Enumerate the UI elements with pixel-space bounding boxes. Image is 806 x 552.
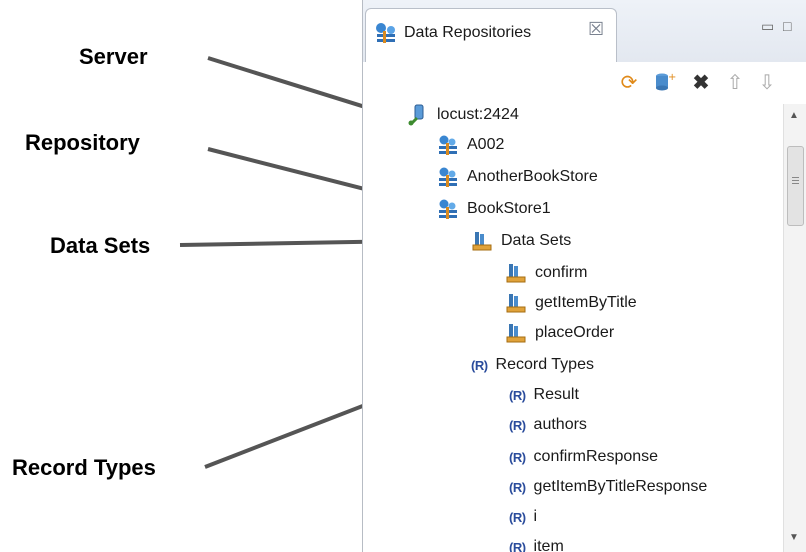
- scroll-down-icon[interactable]: ▼: [789, 532, 799, 543]
- data-repositories-icon: [374, 21, 398, 45]
- record-type-icon: (R): [471, 357, 488, 373]
- data-set-icon: [471, 230, 493, 252]
- repository-icon: [437, 134, 459, 156]
- tree-node-data-sets[interactable]: Data Sets: [471, 226, 571, 256]
- add-datasource-icon[interactable]: +: [653, 70, 677, 94]
- tree-node-repository[interactable]: AnotherBookStore: [437, 162, 598, 192]
- record-types-callout: Record Types: [12, 455, 156, 480]
- record-type-label: getItemByTitleResponse: [533, 478, 708, 495]
- repository-label: BookStore1: [467, 200, 551, 217]
- tree-node-record-types[interactable]: (R) Record Types: [471, 350, 594, 380]
- record-type-label: authors: [533, 416, 587, 433]
- tab-bar: Data Repositories ☒ ▭ □: [363, 0, 806, 65]
- server-icon: [407, 104, 429, 126]
- tree-node-record-type[interactable]: (R) confirmResponse: [509, 442, 658, 472]
- data-set-label: confirm: [535, 264, 588, 281]
- data-set-label: placeOrder: [535, 324, 615, 341]
- repository-icon: [437, 198, 459, 220]
- data-sets-callout: Data Sets: [50, 233, 151, 258]
- import-icon[interactable]: ⇧: [723, 70, 747, 94]
- tree-node-data-set[interactable]: getItemByTitle: [505, 288, 637, 318]
- tab-data-repositories[interactable]: Data Repositories ☒: [365, 8, 617, 65]
- record-type-icon: (R): [509, 387, 526, 403]
- record-type-icon: (R): [509, 417, 526, 433]
- delete-icon[interactable]: ✖: [689, 70, 713, 94]
- tree-node-record-type[interactable]: (R) authors: [509, 410, 587, 440]
- data-set-icon: [505, 292, 527, 314]
- repository-label: AnotherBookStore: [467, 168, 598, 185]
- repository-callout: Repository: [25, 130, 140, 155]
- tree-node-record-type[interactable]: (R) item: [509, 532, 564, 552]
- record-type-label: confirmResponse: [533, 448, 659, 465]
- export-icon[interactable]: ⇩: [755, 70, 779, 94]
- record-type-label: i: [533, 508, 538, 525]
- record-types-label: Record Types: [495, 356, 594, 373]
- record-type-icon: (R): [509, 509, 526, 525]
- minimize-icon[interactable]: ▭: [761, 18, 774, 35]
- repository-icon: [437, 166, 459, 188]
- data-set-label: getItemByTitle: [535, 294, 637, 311]
- tab-title: Data Repositories: [404, 24, 532, 41]
- tree-node-repository[interactable]: BookStore1: [437, 194, 551, 224]
- record-type-icon: (R): [509, 539, 526, 552]
- record-type-icon: (R): [509, 449, 526, 465]
- data-repositories-view: Data Repositories ☒ ▭ □ ⟳ + ✖ ⇧ ⇩ locust…: [362, 0, 806, 552]
- data-sets-label: Data Sets: [501, 232, 572, 249]
- tree-node-server[interactable]: locust:2424: [407, 100, 519, 130]
- repository-tree: locust:2424 A002 AnotherBookStore BookSt…: [363, 100, 783, 552]
- tree-node-repository[interactable]: A002: [437, 130, 504, 160]
- record-type-icon: (R): [509, 479, 526, 495]
- maximize-icon[interactable]: □: [783, 18, 791, 34]
- scroll-up-icon[interactable]: ▲: [789, 110, 799, 121]
- server-label: locust:2424: [437, 106, 519, 123]
- tree-node-data-set[interactable]: confirm: [505, 258, 587, 288]
- grip-icon: [792, 177, 799, 178]
- scroll-thumb[interactable]: [787, 146, 804, 226]
- close-tab-icon[interactable]: ☒: [588, 19, 604, 40]
- data-set-icon: [505, 322, 527, 344]
- repository-label: A002: [467, 136, 505, 153]
- refresh-icon[interactable]: ⟳: [617, 70, 641, 94]
- svg-text:+: +: [668, 72, 676, 83]
- vertical-scrollbar[interactable]: ▲ ▼: [783, 104, 806, 552]
- tree-node-record-type[interactable]: (R) getItemByTitleResponse: [509, 472, 707, 502]
- tree-node-record-type[interactable]: (R) i: [509, 502, 537, 532]
- data-set-icon: [505, 262, 527, 284]
- tree-node-record-type[interactable]: (R) Result: [509, 380, 579, 410]
- record-type-label: item: [533, 538, 564, 552]
- view-toolbar: ⟳ + ✖ ⇧ ⇩: [363, 62, 806, 100]
- server-callout: Server: [79, 44, 148, 69]
- record-type-label: Result: [533, 386, 579, 403]
- tree-node-data-set[interactable]: placeOrder: [505, 318, 614, 348]
